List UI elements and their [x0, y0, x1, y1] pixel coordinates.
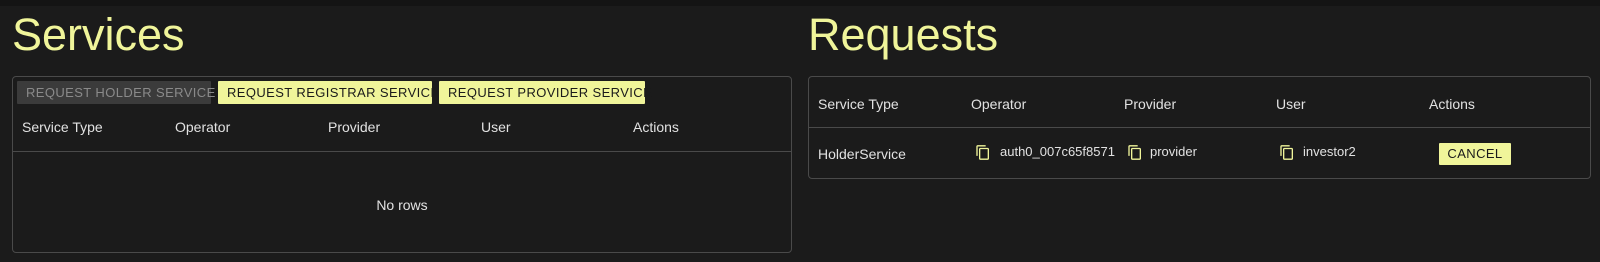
request-provider-service-button[interactable]: REQUEST PROVIDER SERVICE — [439, 81, 652, 104]
column-header-provider[interactable]: Provider — [1124, 96, 1176, 112]
column-header-operator[interactable]: Operator — [971, 96, 1026, 112]
column-header-operator[interactable]: Operator — [175, 119, 230, 135]
services-title: Services — [12, 9, 185, 60]
top-bar — [0, 0, 1600, 6]
empty-state-text: No rows — [376, 197, 428, 213]
copy-icon[interactable] — [975, 144, 991, 161]
header-divider — [13, 151, 791, 152]
column-header-actions[interactable]: Actions — [1429, 96, 1475, 112]
column-header-user[interactable]: User — [1276, 96, 1306, 112]
cancel-button[interactable]: CANCEL — [1439, 143, 1511, 165]
copy-icon[interactable] — [1279, 144, 1295, 161]
column-header-user[interactable]: User — [481, 119, 511, 135]
column-header-provider[interactable]: Provider — [328, 119, 380, 135]
services-table: REQUEST HOLDER SERVICE REQUEST REGISTRAR… — [12, 76, 792, 253]
column-header-service-type[interactable]: Service Type — [818, 96, 899, 112]
copy-icon[interactable] — [1127, 144, 1143, 161]
cell-provider: provider — [1150, 144, 1197, 159]
column-header-actions[interactable]: Actions — [633, 119, 679, 135]
cell-user: investor2 — [1303, 144, 1356, 159]
requests-table: Service Type Operator Provider User Acti… — [808, 76, 1591, 179]
cell-operator: auth0_007c65f8571 — [1000, 144, 1115, 159]
request-registrar-service-button[interactable]: REQUEST REGISTRAR SERVICE — [218, 81, 439, 104]
cell-service-type: HolderService — [818, 146, 906, 162]
request-holder-service-button[interactable]: REQUEST HOLDER SERVICE — [17, 81, 215, 104]
column-header-service-type[interactable]: Service Type — [22, 119, 103, 135]
requests-title: Requests — [808, 9, 999, 60]
header-divider — [809, 127, 1590, 128]
